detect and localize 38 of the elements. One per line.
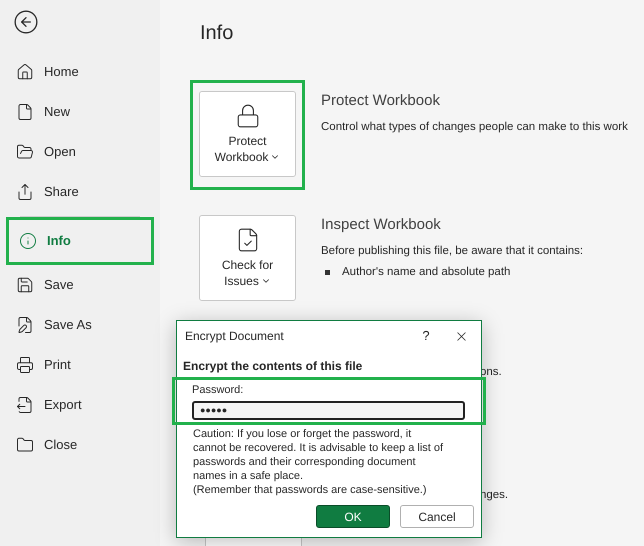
cancel-button[interactable]: Cancel (400, 505, 474, 528)
house-icon (16, 63, 34, 81)
tile-button[interactable]: Check for Issues (199, 215, 296, 301)
folder-icon (16, 143, 34, 161)
sidebar-item[interactable]: Save (6, 265, 154, 305)
dialog-title: Encrypt Document (185, 328, 285, 345)
file-pen-icon (16, 316, 34, 334)
sidebar-item[interactable]: Print (6, 345, 154, 385)
info-icon (19, 232, 37, 250)
bullet-text: Author's name and absolute path (342, 264, 510, 280)
section-title: Protect Workbook (321, 91, 441, 111)
sidebar-item[interactable]: Open (6, 132, 154, 172)
password-label: Password: (192, 383, 244, 398)
back-button[interactable] (12, 8, 40, 36)
section-title: Inspect Workbook (321, 215, 442, 235)
caution-text: Caution: If you lose or forget the password, it cannot be recovered. It is advisable to keep a list of passwords and their corresponding document names in a safe place. (Remember that passwords are case-sensitive.) (192, 426, 444, 496)
share-icon (16, 183, 34, 201)
section-description: Control what types of changes people can make to this work (321, 120, 628, 134)
dialog-heading: Encrypt the contents of this file (182, 358, 364, 375)
file-export-icon (16, 396, 34, 414)
sidebar-item[interactable]: Export (6, 385, 154, 425)
section-description: Before publishing this file, be aware that it contains: (321, 244, 584, 258)
sidebar-item[interactable]: Save As (6, 305, 154, 345)
sidebar-item[interactable]: Close (6, 425, 154, 465)
folder-icon (16, 436, 34, 454)
ok-button[interactable]: OK (316, 505, 390, 528)
sidebar-item[interactable]: Info (6, 217, 154, 265)
lock-icon (234, 103, 260, 129)
sidebar-item[interactable]: New (6, 92, 154, 132)
printer-icon (16, 356, 34, 374)
file-icon (16, 103, 34, 121)
help-button[interactable]: ? (411, 326, 441, 346)
sidebar-item[interactable]: Home (6, 52, 154, 92)
sidebar-item[interactable]: Share (6, 172, 154, 212)
password-field[interactable]: ●●●●● (192, 400, 465, 420)
bullet-icon (325, 270, 330, 275)
page-title: Info (200, 21, 234, 46)
tile-button[interactable]: Protect Workbook (199, 91, 296, 177)
